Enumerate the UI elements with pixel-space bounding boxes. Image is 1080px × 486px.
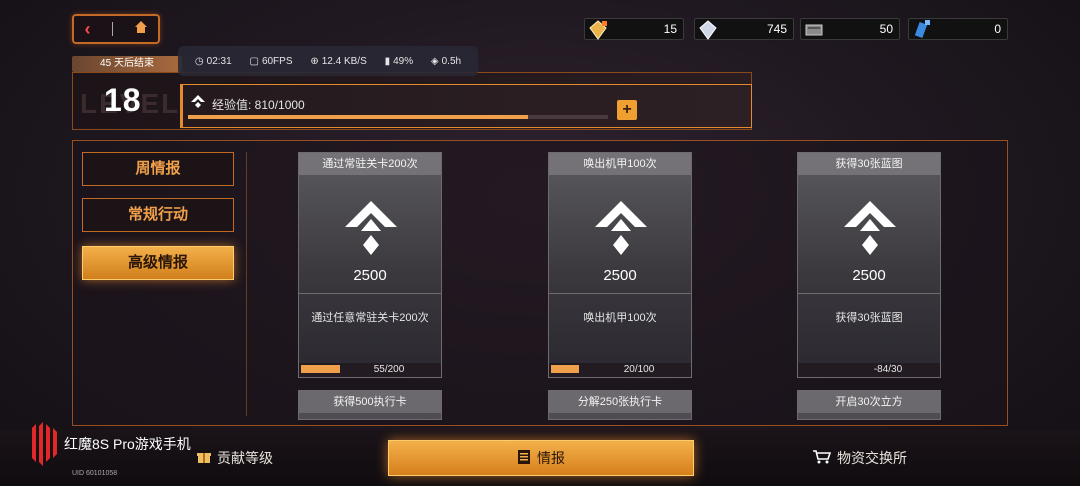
tab-supply-exchange[interactable]: 物资交换所 (800, 440, 920, 476)
tab-label: 物资交换所 (837, 450, 907, 466)
sidebar-item-regular-ops[interactable]: 常规行动 (82, 198, 234, 232)
rank-emblem-icon (341, 199, 401, 264)
exp-label: 经验值: 810/1000 (212, 98, 305, 112)
top-nav: ‹ (72, 14, 160, 44)
card-title: 通过常驻关卡200次 (299, 153, 441, 175)
sidebar-divider (246, 152, 247, 416)
gem-icon (587, 19, 609, 44)
perf-net: ⊕ 12.4 KB/S (310, 55, 367, 67)
module-icon (803, 19, 825, 44)
resource-module[interactable]: 50 (800, 18, 900, 40)
resource-value: 0 (994, 22, 1001, 36)
exp-fill (188, 115, 529, 119)
card-divider (549, 293, 691, 294)
tab-contribution-level[interactable]: 贡献等级 (180, 440, 290, 476)
mission-card[interactable]: 获得30张蓝图 2500 获得30张蓝图 -84/30 (797, 152, 941, 378)
resource-ticket[interactable]: 0 (908, 18, 1008, 40)
card-title: 获得30张蓝图 (798, 153, 940, 175)
card-divider (299, 293, 441, 294)
perf-duration: ◈ 0.5h (430, 55, 462, 67)
cart-icon (813, 449, 832, 467)
card-progress-text: -84/30 (873, 364, 903, 375)
battery-icon: ▮ (384, 55, 391, 67)
tab-label: 贡献等级 (217, 450, 273, 466)
uid-label: UID 60101058 (72, 470, 118, 477)
perf-battery: ▮ 49% (384, 55, 414, 67)
mission-card-next[interactable]: 分解250张执行卡 (548, 390, 692, 420)
redmagic-logo-icon (28, 422, 58, 471)
rank-icon (190, 94, 206, 113)
card-title: 获得500执行卡 (299, 391, 441, 413)
card-title: 唤出机甲100次 (549, 153, 691, 175)
card-points: 2500 (353, 267, 387, 284)
home-icon[interactable] (134, 20, 148, 39)
blue-ticket-icon (911, 19, 933, 44)
device-watermark: 红魔8S Pro游戏手机 (64, 436, 191, 452)
perf-time: ◷ 02:31 (194, 55, 232, 67)
card-description: 唤出机甲100次 (583, 312, 657, 324)
card-points: 2500 (852, 267, 886, 284)
rank-emblem-icon (591, 199, 651, 264)
resource-value: 745 (766, 22, 787, 36)
mission-card[interactable]: 通过常驻关卡200次 2500 通过任意常驻关卡200次 55/200 (298, 152, 442, 378)
add-exp-button[interactable]: + (617, 100, 637, 120)
card-divider (798, 293, 940, 294)
card-title: 分解250张执行卡 (549, 391, 691, 413)
resource-value: 15 (663, 22, 677, 36)
mission-card-next[interactable]: 获得500执行卡 (298, 390, 442, 420)
event-countdown: 45 天后结束 (72, 56, 182, 72)
rank-emblem-icon (840, 199, 900, 264)
network-icon: ⊕ (310, 55, 319, 67)
sidebar-item-weekly-intel[interactable]: 周情报 (82, 152, 234, 186)
card-progress-fill (551, 365, 579, 373)
resource-value: 50 (879, 22, 893, 36)
card-description: 通过任意常驻关卡200次 (311, 312, 429, 324)
timer-icon: ◈ (430, 55, 439, 67)
level-number: 18 (104, 82, 142, 118)
tab-intel[interactable]: 情报 (388, 440, 694, 476)
nav-divider (111, 22, 113, 36)
sidebar-item-advanced-intel[interactable]: 高级情报 (82, 246, 234, 280)
clock-icon: ◷ (194, 55, 204, 67)
card-title: 开启30次立方 (798, 391, 940, 413)
mission-card-next[interactable]: 开启30次立方 (797, 390, 941, 420)
perf-fps: ▢ 60FPS (249, 55, 293, 67)
perf-overlay: ◷ 02:31 ▢ 60FPS ⊕ 12.4 KB/S ▮ 49% ◈ 0.5h (178, 46, 478, 76)
card-progress-fill (301, 365, 340, 373)
back-arrow-icon[interactable]: ‹ (85, 19, 91, 40)
resource-crystal[interactable]: 745 (694, 18, 794, 40)
card-points: 2500 (603, 267, 637, 284)
card-progress-text: 55/200 (373, 364, 405, 375)
fps-icon: ▢ (249, 55, 259, 67)
crystal-icon (697, 19, 719, 44)
gift-icon (197, 450, 211, 467)
tab-label: 情报 (537, 450, 565, 466)
card-progress-text: 20/100 (623, 364, 655, 375)
card-description: 获得30张蓝图 (835, 312, 903, 324)
mission-card[interactable]: 唤出机甲100次 2500 唤出机甲100次 20/100 (548, 152, 692, 378)
resource-gem[interactable]: 15 (584, 18, 684, 40)
document-icon (517, 449, 531, 468)
